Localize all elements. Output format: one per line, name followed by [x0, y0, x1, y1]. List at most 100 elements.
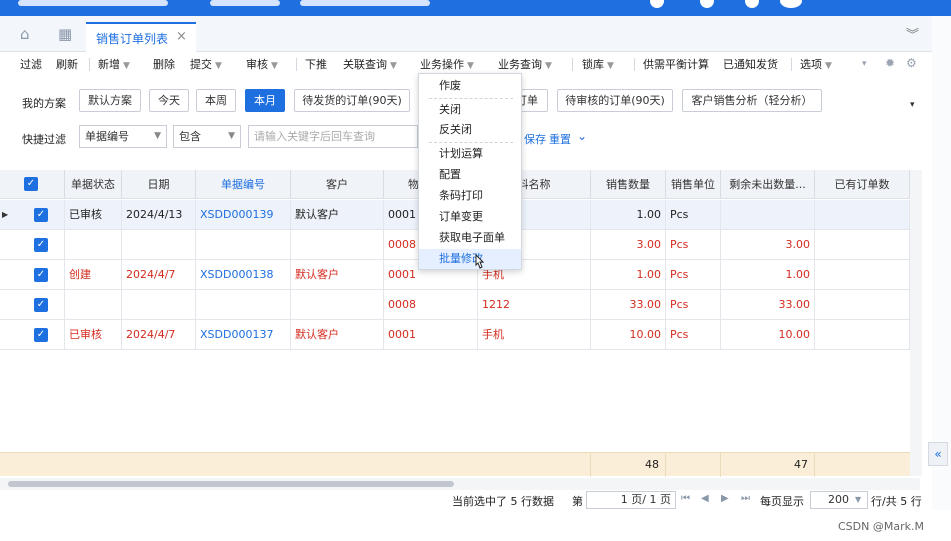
column-header[interactable]: 日期 — [122, 170, 196, 199]
prev-page-icon[interactable]: ◀ — [701, 493, 709, 504]
bell-icon[interactable] — [745, 0, 759, 8]
grid-menu-icon[interactable]: ▦ — [58, 26, 74, 42]
submit-button[interactable]: 提交 ▼ — [190, 56, 222, 72]
menu-divider — [429, 98, 513, 99]
row-checkbox[interactable]: ✓ — [34, 238, 48, 252]
column-header[interactable]: 单据状态 — [65, 170, 122, 199]
scheme-month-button[interactable]: 本月 — [245, 89, 285, 112]
vertical-scrollbar[interactable] — [910, 170, 922, 476]
menu-item-unclose[interactable]: 反关闭 — [419, 120, 521, 140]
menu-item-order-change[interactable]: 订单变更 — [419, 207, 521, 227]
cell-customer: 默认客户 — [291, 260, 384, 290]
refresh-button[interactable]: 刷新 — [56, 56, 78, 72]
cell-qty: 33.00 — [591, 290, 666, 320]
related-query-button[interactable]: 关联查询 ▼ — [343, 56, 397, 72]
cell-billno[interactable] — [196, 290, 291, 320]
right-gutter — [932, 16, 951, 510]
search-input[interactable]: 请输入关键字后回车查询 — [248, 125, 418, 148]
menu-item-void[interactable]: 作废 — [419, 76, 521, 96]
delete-button[interactable]: 删除 — [153, 56, 175, 72]
header-nav-item[interactable] — [300, 0, 430, 6]
chevron-down-icon: ▼ — [271, 61, 278, 71]
first-page-icon[interactable]: ⏮ — [681, 493, 690, 504]
collapse-panel-icon[interactable]: « — [928, 442, 948, 466]
cell-customer — [291, 290, 384, 320]
column-header[interactable]: 已有订单数 — [815, 170, 910, 199]
scheme-customer-analysis-button[interactable]: 客户销售分析（轻分析） — [682, 89, 822, 112]
search-icon[interactable] — [650, 0, 664, 8]
reset-link[interactable]: 重置 — [549, 131, 571, 147]
row-checkbox[interactable]: ✓ — [34, 208, 48, 222]
menu-item-close[interactable]: 关闭 — [419, 100, 521, 120]
cell-unit: Pcs — [666, 290, 721, 320]
field-select[interactable]: 单据编号 ▼ — [79, 125, 167, 148]
notified-shipping-button[interactable]: 已通知发货 — [723, 56, 778, 72]
page-input[interactable]: 1 页/ 1 页 — [586, 491, 676, 509]
gear-icon[interactable]: ⚙ — [906, 56, 917, 70]
avatar[interactable] — [780, 0, 802, 8]
column-header[interactable]: 销售单位 — [666, 170, 721, 199]
cell-remain: 3.00 — [721, 230, 815, 260]
supply-demand-calc-button[interactable]: 供需平衡计算 — [643, 56, 709, 72]
more-down-icon[interactable]: ▾ — [862, 59, 867, 69]
next-page-icon[interactable]: ▶ — [721, 493, 729, 504]
menu-item-get-waybill[interactable]: 获取电子面单 — [419, 228, 521, 248]
home-icon[interactable]: ⌂ — [20, 26, 36, 42]
options-label: 选项 — [800, 58, 822, 71]
business-ops-button[interactable]: 业务操作 ▼ — [420, 56, 474, 72]
scheme-default-button[interactable]: 默认方案 — [79, 89, 141, 112]
close-icon[interactable]: × — [176, 29, 187, 44]
sun-icon[interactable]: ✹ — [885, 56, 895, 70]
column-header[interactable]: 剩余未出数量... — [721, 170, 815, 199]
tab-sales-order-list[interactable]: 销售订单列表 × — [86, 22, 196, 52]
menu-item-config[interactable]: 配置 — [419, 165, 521, 185]
cell-status: 创建 — [65, 260, 122, 290]
last-page-icon[interactable]: ⏭ — [741, 493, 750, 504]
filter-button[interactable]: 过滤 — [20, 56, 42, 72]
menu-item-plan-calc[interactable]: 计划运算 — [419, 144, 521, 164]
cell-billno[interactable]: XSDD000137 — [196, 320, 291, 350]
submit-label: 提交 — [190, 58, 212, 71]
row-checkbox[interactable]: ✓ — [34, 268, 48, 282]
row-select-cell: ✓ — [10, 230, 65, 260]
push-down-button[interactable]: 下推 — [305, 56, 327, 72]
scheme-pending-ship-button[interactable]: 待发货的订单(90天) — [294, 89, 410, 112]
column-header[interactable]: 销售数量 — [591, 170, 666, 199]
header-nav-item[interactable] — [210, 0, 280, 6]
select-all-checkbox[interactable]: ✓ — [24, 177, 38, 191]
row-checkbox[interactable]: ✓ — [34, 298, 48, 312]
cell-remain: 33.00 — [721, 290, 815, 320]
scheme-week-button[interactable]: 本周 — [196, 89, 236, 112]
horizontal-scrollbar[interactable] — [0, 478, 920, 490]
business-query-button[interactable]: 业务查询 ▼ — [498, 56, 552, 72]
operator-select[interactable]: 包含 ▼ — [173, 125, 241, 148]
chevron-down-icon: ▼ — [607, 61, 614, 71]
new-label: 新增 — [98, 58, 120, 71]
more-down-icon[interactable]: ▾ — [910, 100, 915, 110]
chevron-double-down-icon[interactable]: ⌄ — [577, 129, 587, 143]
column-header[interactable]: 客户 — [291, 170, 384, 199]
options-button[interactable]: 选项 ▼ — [800, 56, 832, 72]
scheme-label: 我的方案 — [22, 97, 66, 110]
cell-billno[interactable]: XSDD000139 — [196, 200, 291, 230]
chevron-down-icon: ▼ — [154, 131, 161, 141]
audit-button[interactable]: 审核 ▼ — [246, 56, 278, 72]
cell-billno[interactable]: XSDD000138 — [196, 260, 291, 290]
row-checkbox[interactable]: ✓ — [34, 328, 48, 342]
scrollbar-thumb[interactable] — [8, 481, 454, 487]
menu-item-batch-edit[interactable]: 批量修改 — [419, 249, 521, 269]
table-row[interactable]: ✓ 已审核 2024/4/7 XSDD000137 默认客户 0001 手机 10.00 Pcs… — [0, 320, 910, 350]
cell-billno[interactable] — [196, 230, 291, 260]
scheme-today-button[interactable]: 今天 — [149, 89, 189, 112]
scheme-pending-audit-button[interactable]: 待审核的订单(90天) — [557, 89, 673, 112]
apps-icon[interactable] — [700, 0, 714, 8]
new-button[interactable]: 新增 ▼ — [98, 56, 130, 72]
table-row[interactable]: ✓ 0008 1212 33.00 Pcs 33.00 — [0, 290, 910, 320]
lock-stock-button[interactable]: 锁库 ▼ — [582, 56, 614, 72]
cell-status — [65, 290, 122, 320]
menu-item-barcode-print[interactable]: 条码打印 — [419, 186, 521, 206]
column-header[interactable]: 单据编号 — [196, 170, 291, 199]
chevron-double-down-icon[interactable]: ︾ — [906, 24, 919, 43]
save-link[interactable]: 保存 — [524, 131, 546, 147]
sum-remain: 47 — [721, 453, 815, 477]
